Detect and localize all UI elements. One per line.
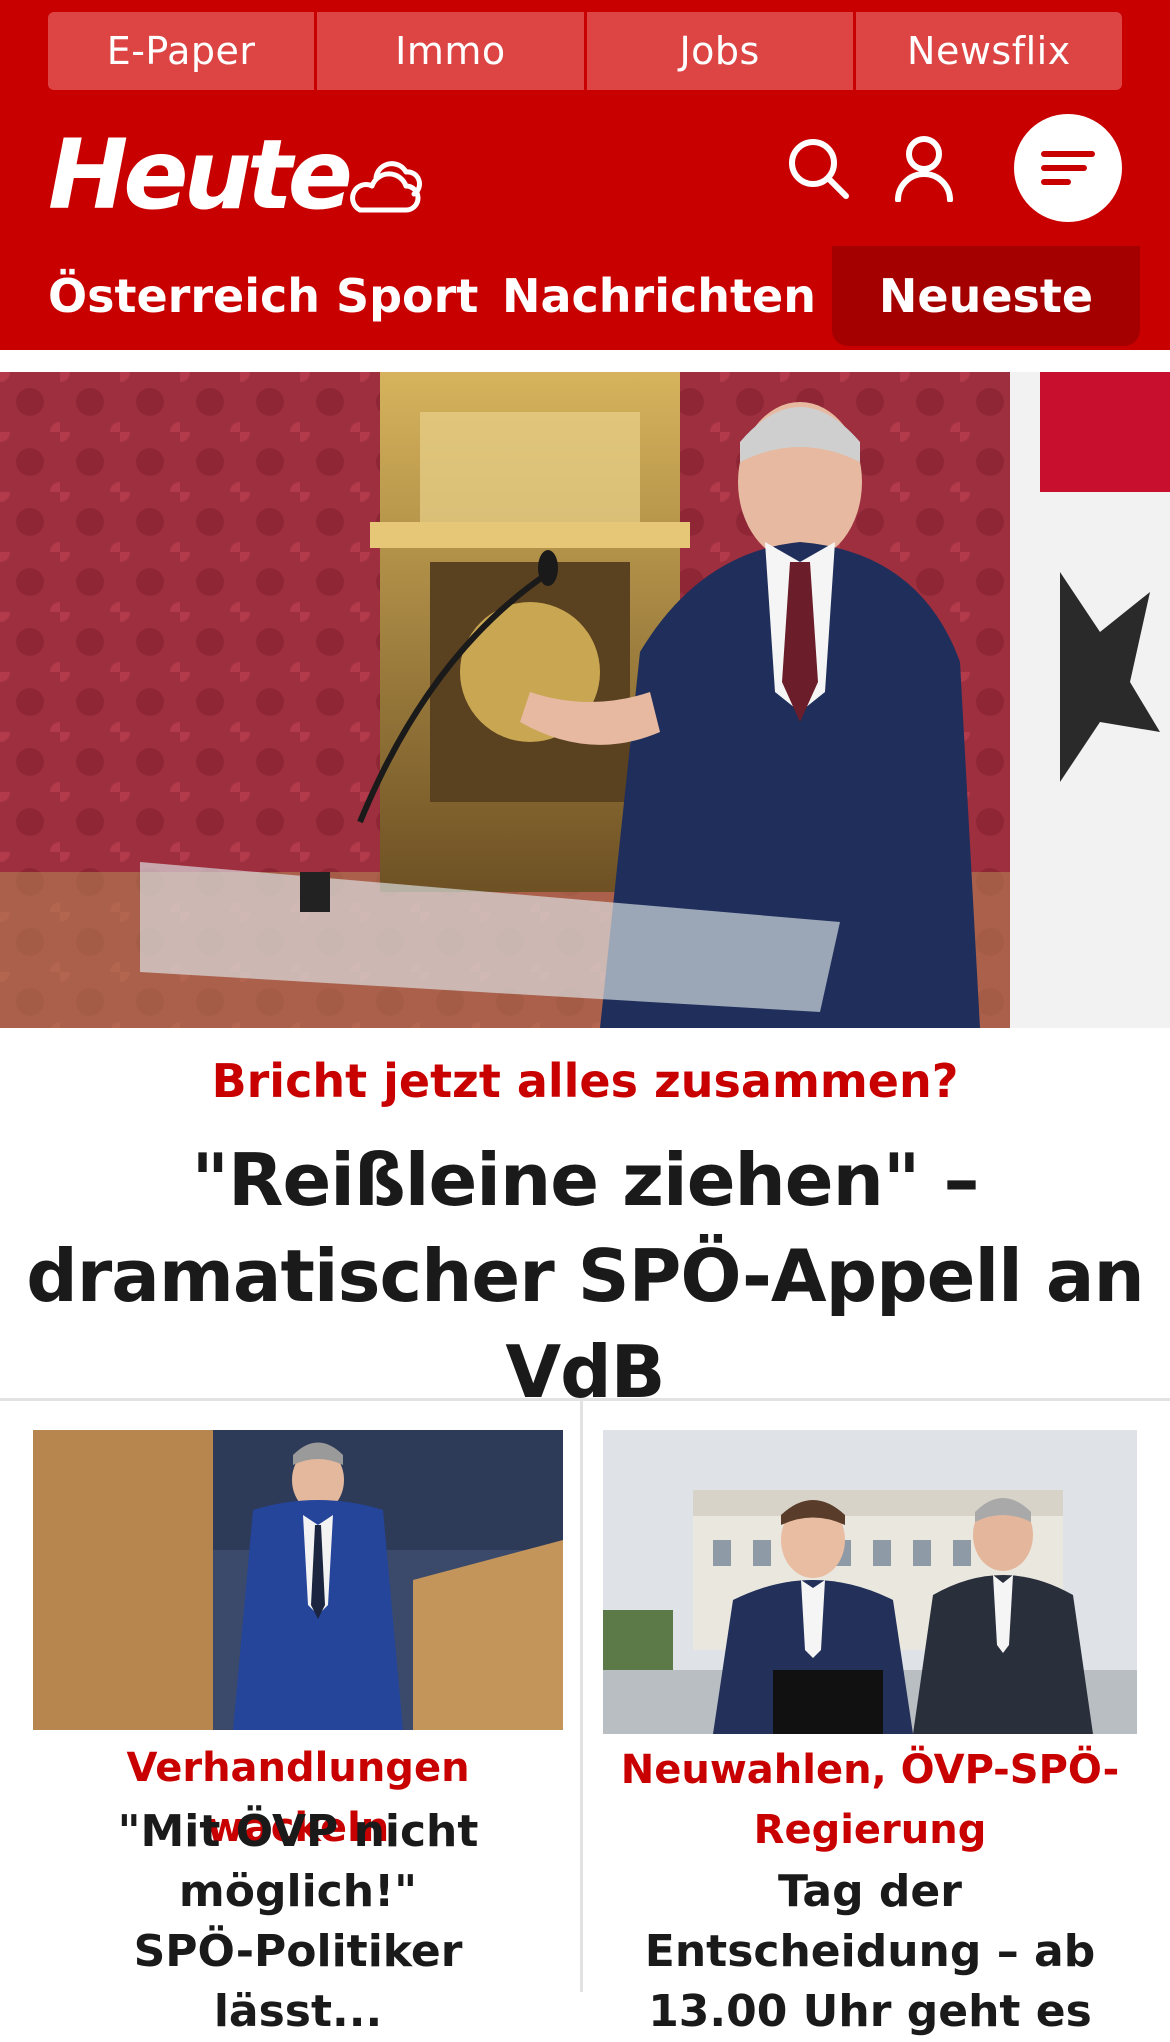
menu-button[interactable]: [1014, 114, 1122, 222]
quicklinks-bar: E-Paper Immo Jobs Newsflix: [48, 12, 1122, 90]
quicklink-epaper[interactable]: E-Paper: [48, 12, 315, 90]
nav-item-sport[interactable]: Sport: [336, 246, 478, 346]
search-icon[interactable]: [786, 136, 850, 200]
cloud-sun-icon[interactable]: [346, 148, 426, 218]
card-title-2[interactable]: Tag der Entscheidung – ab 13.00 Uhr geht…: [603, 1862, 1137, 2042]
menu-icon: [1041, 151, 1095, 185]
card-title-1[interactable]: "Mit ÖVP nicht möglich!" SPÖ-Politiker l…: [113, 1802, 483, 2042]
hero-headline[interactable]: "Reißleine ziehen" – dramatischer SPÖ-Ap…: [0, 1132, 1170, 1420]
site-logo[interactable]: Heute: [48, 120, 353, 230]
user-icon[interactable]: [892, 134, 956, 202]
quicklink-newsflix[interactable]: Newsflix: [855, 12, 1122, 90]
section-divider: [0, 1398, 1170, 1401]
quicklink-immo[interactable]: Immo: [317, 12, 584, 90]
card-image-1[interactable]: [33, 1430, 563, 1730]
card-image-2[interactable]: [603, 1430, 1137, 1734]
column-divider: [580, 1401, 583, 1992]
hero-kicker[interactable]: Bricht jetzt alles zusammen?: [0, 1054, 1170, 1108]
nav-item-oesterreich[interactable]: Österreich: [48, 246, 320, 346]
quicklink-jobs[interactable]: Jobs: [586, 12, 853, 90]
card-kicker-2[interactable]: Neuwahlen, ÖVP-SPÖ-Regierung: [603, 1740, 1137, 1860]
main-navigation: Österreich Sport Nachrichten Neueste: [0, 246, 1140, 346]
nav-item-nachrichten[interactable]: Nachrichten: [502, 246, 816, 346]
hero-image[interactable]: [0, 372, 1170, 1028]
nav-item-neueste[interactable]: Neueste: [832, 246, 1140, 346]
